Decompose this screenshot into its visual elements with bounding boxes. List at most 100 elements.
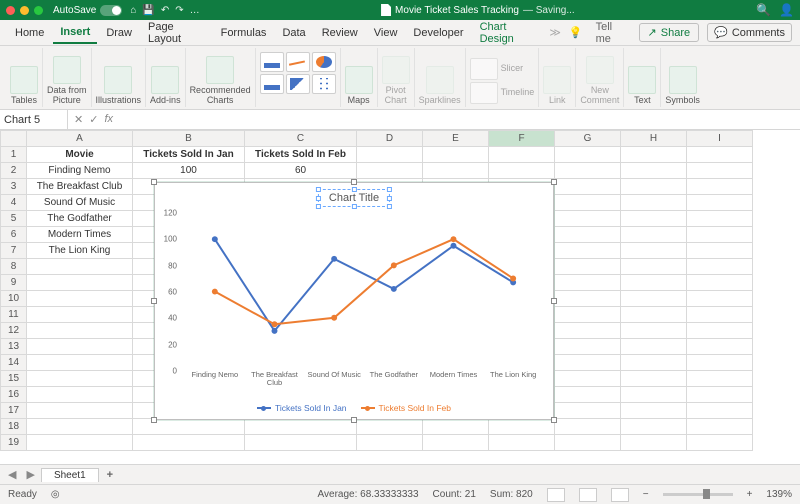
cell[interactable] bbox=[621, 403, 687, 419]
cell[interactable] bbox=[621, 227, 687, 243]
tab-formulas[interactable]: Formulas bbox=[214, 23, 274, 43]
tab-view[interactable]: View bbox=[367, 23, 405, 43]
cell[interactable] bbox=[555, 291, 621, 307]
col-header[interactable]: E bbox=[423, 131, 489, 147]
accessibility-icon[interactable]: ◎ bbox=[51, 489, 60, 500]
cell[interactable]: Tickets Sold In Jan bbox=[133, 147, 245, 163]
group-tables[interactable]: Tables bbox=[6, 48, 43, 107]
window-controls[interactable] bbox=[6, 6, 43, 15]
row-header[interactable]: 15 bbox=[1, 371, 27, 387]
sparklines-icon[interactable] bbox=[426, 66, 454, 94]
cell[interactable] bbox=[687, 227, 753, 243]
cell[interactable] bbox=[687, 307, 753, 323]
cell[interactable] bbox=[555, 403, 621, 419]
row-header[interactable]: 13 bbox=[1, 339, 27, 355]
cell[interactable]: Tickets Sold In Feb bbox=[245, 147, 357, 163]
cell[interactable] bbox=[489, 435, 555, 451]
cell[interactable]: Movie bbox=[27, 147, 133, 163]
cell[interactable] bbox=[687, 371, 753, 387]
cell[interactable] bbox=[621, 179, 687, 195]
cell[interactable] bbox=[133, 435, 245, 451]
tab-data[interactable]: Data bbox=[275, 23, 312, 43]
cell[interactable] bbox=[687, 259, 753, 275]
cell[interactable] bbox=[555, 243, 621, 259]
row-header[interactable]: 18 bbox=[1, 419, 27, 435]
row-header[interactable]: 5 bbox=[1, 211, 27, 227]
cell[interactable]: The Breakfast Club bbox=[27, 179, 133, 195]
cell[interactable] bbox=[27, 371, 133, 387]
insert-line-chart-icon[interactable] bbox=[286, 52, 310, 72]
resize-handle[interactable] bbox=[551, 298, 557, 304]
cell[interactable]: The Godfather bbox=[27, 211, 133, 227]
cell[interactable] bbox=[687, 403, 753, 419]
autosave-toggle[interactable]: AutoSave bbox=[53, 5, 122, 16]
row-header[interactable]: 2 bbox=[1, 163, 27, 179]
cell[interactable] bbox=[357, 147, 423, 163]
row-header[interactable]: 8 bbox=[1, 259, 27, 275]
worksheet-grid[interactable]: A B C D E F G H I 1MovieTickets Sold In … bbox=[0, 130, 800, 464]
col-header[interactable]: I bbox=[687, 131, 753, 147]
addins-icon[interactable] bbox=[151, 66, 179, 94]
cell[interactable] bbox=[621, 291, 687, 307]
group-text[interactable]: Text bbox=[624, 48, 661, 107]
cell[interactable] bbox=[687, 147, 753, 163]
resize-handle[interactable] bbox=[151, 417, 157, 423]
row-header[interactable]: 17 bbox=[1, 403, 27, 419]
cell[interactable] bbox=[687, 323, 753, 339]
tab-chart-design[interactable]: Chart Design bbox=[473, 17, 546, 49]
group-link[interactable]: Link bbox=[539, 48, 576, 107]
cell[interactable] bbox=[687, 435, 753, 451]
view-pagebreak-icon[interactable] bbox=[611, 488, 629, 502]
cell[interactable] bbox=[687, 275, 753, 291]
cell[interactable]: 100 bbox=[133, 163, 245, 179]
tab-draw[interactable]: Draw bbox=[99, 23, 139, 43]
cell[interactable] bbox=[27, 355, 133, 371]
cell[interactable] bbox=[555, 387, 621, 403]
cell[interactable] bbox=[27, 259, 133, 275]
cell[interactable] bbox=[621, 307, 687, 323]
enter-formula-icon[interactable]: ✓ bbox=[89, 113, 98, 126]
redo-icon[interactable]: ↷ bbox=[175, 5, 183, 16]
row-header[interactable]: 19 bbox=[1, 435, 27, 451]
cell[interactable]: Sound Of Music bbox=[27, 195, 133, 211]
cell[interactable] bbox=[621, 435, 687, 451]
home-icon[interactable]: ⌂ bbox=[130, 5, 136, 16]
view-layout-icon[interactable] bbox=[579, 488, 597, 502]
cell[interactable] bbox=[687, 339, 753, 355]
cell[interactable] bbox=[27, 307, 133, 323]
cell[interactable] bbox=[27, 419, 133, 435]
more-icon[interactable]: … bbox=[190, 5, 200, 16]
prev-sheet-icon[interactable]: ◀ bbox=[4, 468, 20, 481]
group-symbols[interactable]: Symbols bbox=[661, 48, 704, 107]
cell[interactable] bbox=[27, 403, 133, 419]
cell[interactable] bbox=[27, 435, 133, 451]
select-all-corner[interactable] bbox=[1, 131, 27, 147]
cell[interactable] bbox=[687, 243, 753, 259]
column-headers[interactable]: A B C D E F G H I bbox=[1, 131, 753, 147]
switch-icon[interactable] bbox=[100, 5, 122, 16]
cell[interactable] bbox=[489, 163, 555, 179]
cell[interactable] bbox=[687, 355, 753, 371]
resize-handle[interactable] bbox=[551, 417, 557, 423]
maps-icon[interactable] bbox=[345, 66, 373, 94]
cell[interactable] bbox=[555, 211, 621, 227]
close-icon[interactable] bbox=[6, 6, 15, 15]
resize-handle[interactable] bbox=[351, 417, 357, 423]
cell[interactable]: 60 bbox=[245, 163, 357, 179]
cell[interactable]: Finding Nemo bbox=[27, 163, 133, 179]
cell[interactable] bbox=[555, 435, 621, 451]
resize-handle[interactable] bbox=[351, 179, 357, 185]
cell[interactable] bbox=[621, 355, 687, 371]
group-sparklines[interactable]: Sparklines bbox=[415, 48, 466, 107]
cell[interactable] bbox=[621, 387, 687, 403]
cell[interactable] bbox=[555, 275, 621, 291]
recommended-charts-icon[interactable] bbox=[206, 56, 234, 84]
insert-area-chart-icon[interactable] bbox=[286, 74, 310, 94]
data-from-picture-icon[interactable] bbox=[53, 56, 81, 84]
name-box[interactable]: Chart 5 bbox=[0, 110, 68, 129]
fx-icon[interactable]: fx bbox=[104, 113, 113, 126]
row-header[interactable]: 12 bbox=[1, 323, 27, 339]
cell[interactable] bbox=[423, 147, 489, 163]
col-header[interactable]: B bbox=[133, 131, 245, 147]
save-icon[interactable]: 💾 bbox=[142, 5, 154, 16]
